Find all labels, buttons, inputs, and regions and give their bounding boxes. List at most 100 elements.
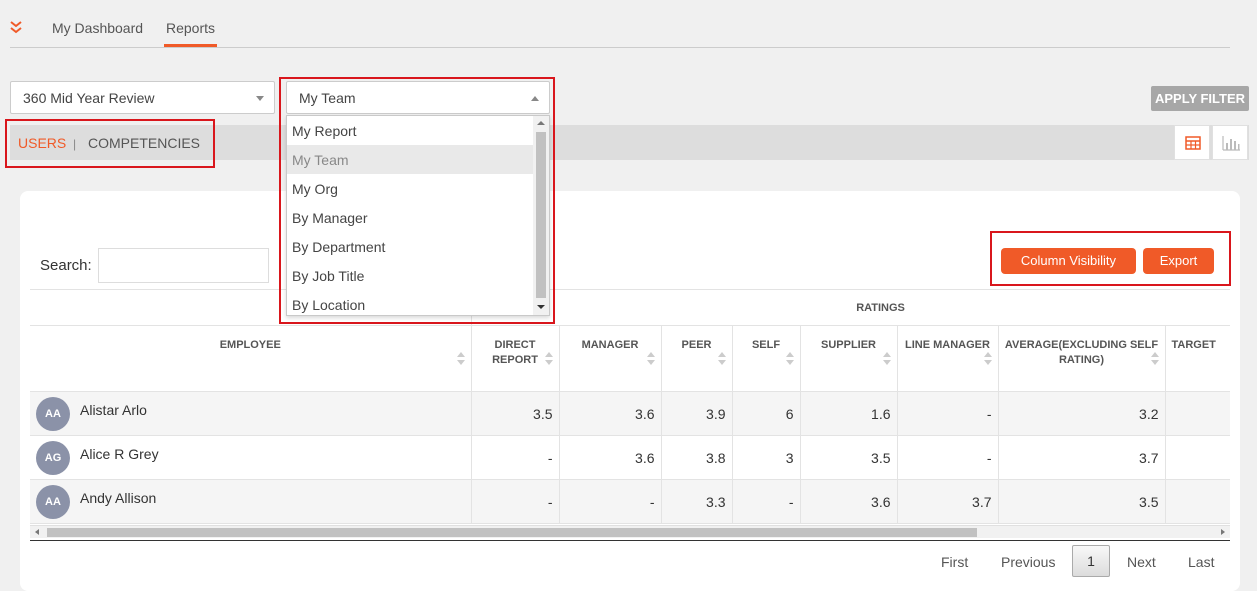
employee-name[interactable]: Alistar Arlo xyxy=(80,402,147,418)
column-header-supplier[interactable]: SUPPLIER xyxy=(800,325,898,392)
avatar: AA xyxy=(36,484,70,519)
employee-cell: AA Alistar Arlo xyxy=(30,391,472,436)
rating-cell: - xyxy=(897,391,999,436)
rating-cell: - xyxy=(897,435,999,480)
sort-icon xyxy=(785,352,794,366)
rating-cell: - xyxy=(732,479,801,524)
table-icon xyxy=(1185,136,1201,150)
column-header-target[interactable]: TARGET xyxy=(1165,325,1230,392)
tab-reports[interactable]: Reports xyxy=(166,20,215,36)
rating-cell: 6 xyxy=(732,391,801,436)
table-group-header-row: RATINGS xyxy=(30,289,1230,326)
avatar: AA xyxy=(36,396,70,431)
ratings-table: RATINGS EMPLOYEE DIRECT REPORT MANAGER P… xyxy=(30,289,1230,525)
nav-divider xyxy=(10,47,1230,48)
sort-icon xyxy=(646,352,655,366)
dropdown-option-by-location[interactable]: By Location xyxy=(287,290,533,315)
rating-cell: - xyxy=(559,479,662,524)
scroll-right-icon[interactable] xyxy=(1221,529,1225,535)
employee-name[interactable]: Alice R Grey xyxy=(80,446,159,462)
pagination-previous[interactable]: Previous xyxy=(1001,554,1055,570)
column-header-direct-report[interactable]: DIRECT REPORT xyxy=(471,325,560,392)
scroll-down-icon[interactable] xyxy=(537,305,545,309)
bar-chart-icon xyxy=(1222,136,1240,151)
scope-dropdown-list: My Report My Team My Org By Manager By D… xyxy=(286,115,550,316)
rating-cell: 3.3 xyxy=(661,479,733,524)
rating-cell xyxy=(1165,391,1230,436)
rating-cell: 3.8 xyxy=(661,435,733,480)
rating-cell: 3.7 xyxy=(998,435,1166,480)
table-row: AA Alistar Arlo 3.5 3.6 3.9 6 1.6 - 3.2 xyxy=(30,391,1230,436)
dropdown-option-by-manager[interactable]: By Manager xyxy=(287,203,533,232)
sort-icon xyxy=(1150,352,1159,366)
rating-cell: - xyxy=(471,435,560,480)
pagination-last[interactable]: Last xyxy=(1188,554,1214,570)
rating-cell xyxy=(1165,435,1230,480)
column-visibility-button[interactable]: Column Visibility xyxy=(1001,248,1136,274)
pagination-next[interactable]: Next xyxy=(1127,554,1156,570)
export-button[interactable]: Export xyxy=(1143,248,1214,274)
scroll-left-icon[interactable] xyxy=(35,529,39,535)
rating-cell xyxy=(1165,479,1230,524)
review-select[interactable]: 360 Mid Year Review xyxy=(10,81,275,114)
tab-users[interactable]: USERS xyxy=(18,135,66,151)
column-header-peer[interactable]: PEER xyxy=(661,325,733,392)
dropdown-option-my-org[interactable]: My Org xyxy=(287,174,533,203)
dropdown-scrollbar-thumb[interactable] xyxy=(536,132,546,298)
scope-select[interactable]: My Team xyxy=(286,81,550,114)
rating-cell: 3.5 xyxy=(800,435,898,480)
rating-cell: 3.9 xyxy=(661,391,733,436)
rating-cell: 3.5 xyxy=(998,479,1166,524)
dropdown-option-my-report[interactable]: My Report xyxy=(287,116,533,145)
review-select-value: 360 Mid Year Review xyxy=(23,90,155,106)
rating-cell: 3.2 xyxy=(998,391,1166,436)
rating-cell: 3.7 xyxy=(897,479,999,524)
caret-down-icon xyxy=(256,96,264,101)
rating-cell: 3.6 xyxy=(800,479,898,524)
dropdown-scrollbar[interactable] xyxy=(533,116,549,315)
avatar: AG xyxy=(36,440,70,475)
tab-my-dashboard[interactable]: My Dashboard xyxy=(52,20,143,36)
employee-name[interactable]: Andy Allison xyxy=(80,490,156,506)
chart-view-button[interactable] xyxy=(1212,125,1248,160)
table-bottom-rule xyxy=(30,540,1230,541)
table-row: AG Alice R Grey - 3.6 3.8 3 3.5 - 3.7 xyxy=(30,435,1230,480)
sort-icon xyxy=(544,352,553,366)
scroll-up-icon[interactable] xyxy=(537,121,545,125)
dropdown-option-by-department[interactable]: By Department xyxy=(287,232,533,261)
column-header-average[interactable]: AVERAGE(EXCLUDING SELF RATING) xyxy=(998,325,1166,392)
pagination-current-page[interactable]: 1 xyxy=(1072,545,1110,577)
table-horizontal-scrollbar[interactable] xyxy=(30,525,1230,538)
rating-cell: 3.6 xyxy=(559,435,662,480)
caret-up-icon xyxy=(531,96,539,101)
scope-select-value: My Team xyxy=(299,90,356,106)
column-header-line-manager[interactable]: LINE MANAGER xyxy=(897,325,999,392)
tab-separator: | xyxy=(73,137,77,151)
dropdown-option-my-team[interactable]: My Team xyxy=(287,145,533,174)
double-chevron-down-icon[interactable] xyxy=(9,19,23,35)
scrollbar-thumb[interactable] xyxy=(47,528,977,537)
table-header-row: EMPLOYEE DIRECT REPORT MANAGER PEER SELF… xyxy=(30,325,1230,392)
tab-competencies[interactable]: COMPETENCIES xyxy=(88,135,200,151)
sort-icon xyxy=(882,352,891,366)
column-header-manager[interactable]: MANAGER xyxy=(559,325,662,392)
sort-icon xyxy=(717,352,726,366)
search-label: Search: xyxy=(40,257,92,274)
search-input[interactable] xyxy=(98,248,269,283)
sort-icon xyxy=(456,352,465,366)
sort-icon xyxy=(983,352,992,366)
dropdown-option-by-job-title[interactable]: By Job Title xyxy=(287,261,533,290)
table-view-button[interactable] xyxy=(1174,125,1210,160)
column-header-self[interactable]: SELF xyxy=(732,325,801,392)
pagination-first[interactable]: First xyxy=(941,554,968,570)
table-row: AA Andy Allison - - 3.3 - 3.6 3.7 3.5 xyxy=(30,479,1230,524)
group-header-ratings: RATINGS xyxy=(471,289,1230,326)
rating-cell: 1.6 xyxy=(800,391,898,436)
top-nav: My Dashboard Reports xyxy=(0,0,1257,48)
column-header-employee[interactable]: EMPLOYEE xyxy=(30,325,472,392)
rating-cell: - xyxy=(471,479,560,524)
employee-cell: AA Andy Allison xyxy=(30,479,472,524)
employee-cell: AG Alice R Grey xyxy=(30,435,472,480)
rating-cell: 3.6 xyxy=(559,391,662,436)
apply-filter-button[interactable]: APPLY FILTER xyxy=(1151,86,1249,111)
